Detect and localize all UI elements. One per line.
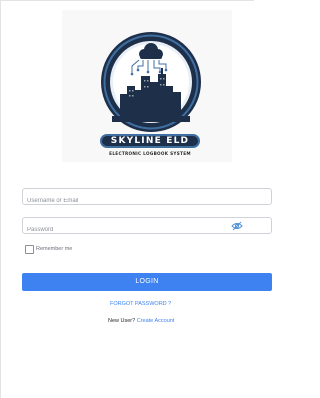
frame-edge-left bbox=[0, 0, 1, 398]
remember-me-label: Remember me bbox=[36, 246, 73, 252]
forgot-password-link[interactable]: FORGOT PASSWORD ? bbox=[110, 301, 171, 307]
frame-edge-top bbox=[0, 0, 254, 1]
new-user-text: New User? bbox=[108, 318, 136, 324]
brand-tagline: ELECTRONIC LOGBOOK SYSTEM bbox=[109, 151, 191, 156]
username-input[interactable] bbox=[23, 193, 227, 209]
brand-name: SKYLINE ELD bbox=[100, 134, 200, 148]
signup-row: New User? Create Account bbox=[108, 318, 174, 324]
remember-me-checkbox[interactable] bbox=[25, 245, 34, 254]
password-input[interactable] bbox=[23, 222, 227, 238]
login-button[interactable]: LOGIN bbox=[22, 273, 272, 291]
password-field[interactable] bbox=[22, 217, 272, 238]
create-account-link[interactable]: Create Account bbox=[137, 318, 175, 324]
eye-slash-icon[interactable] bbox=[231, 221, 243, 231]
username-field[interactable] bbox=[22, 188, 272, 209]
skyline-logo-emblem bbox=[101, 32, 201, 132]
